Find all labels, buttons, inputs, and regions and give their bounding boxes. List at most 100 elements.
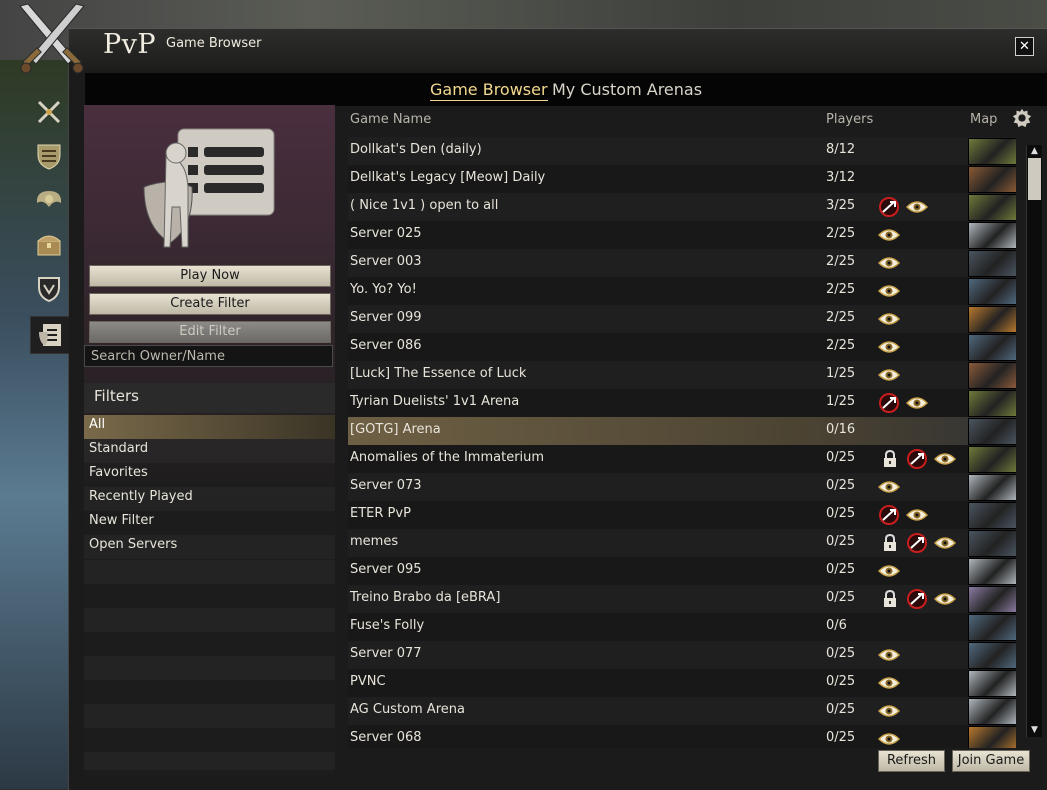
table-row[interactable]: Dellkat's Legacy [Meow] Daily 3/12	[348, 165, 1016, 193]
play-now-button[interactable]: Play Now	[89, 265, 331, 287]
player-count: 0/16	[826, 422, 856, 437]
filter-item-open-servers[interactable]: Open Servers	[84, 535, 335, 559]
scrollbar-thumb[interactable]	[1028, 158, 1041, 200]
server-flags	[878, 505, 968, 525]
map-thumbnail	[968, 698, 1016, 725]
nav-treasure-chest-icon[interactable]	[30, 229, 68, 261]
tab-my-custom-arenas[interactable]: My Custom Arenas	[552, 80, 702, 99]
spectate-eye-icon	[933, 591, 957, 611]
table-row[interactable]: memes 0/25	[348, 529, 1016, 557]
server-name: Server 095	[350, 562, 422, 577]
server-table: Game Name Players Map Dollkat's Den (dai…	[348, 105, 1016, 748]
table-row[interactable]: Dollkat's Den (daily) 8/12	[348, 137, 1016, 165]
table-row[interactable]: Fuse's Folly 0/6	[348, 613, 1016, 641]
player-count: 0/25	[826, 702, 856, 717]
create-filter-button[interactable]: Create Filter	[89, 293, 331, 315]
server-flags	[878, 449, 968, 469]
map-thumbnail	[968, 138, 1016, 165]
filter-item-all[interactable]: All	[84, 415, 335, 439]
lock-icon	[881, 589, 903, 609]
nav-crossed-swords-icon[interactable]	[30, 97, 68, 129]
table-row[interactable]: PVNC 0/25	[348, 669, 1016, 697]
player-count: 8/12	[826, 142, 856, 157]
table-row[interactable]: [Luck] The Essence of Luck 1/25	[348, 361, 1016, 389]
player-count: 2/25	[826, 338, 856, 353]
server-flags	[878, 197, 968, 217]
filter-item-recently-played[interactable]: Recently Played	[84, 487, 335, 511]
nav-guild-shield-icon[interactable]	[30, 273, 68, 305]
table-row[interactable]: Server 099 2/25	[348, 305, 1016, 333]
server-name: AG Custom Arena	[350, 702, 465, 717]
server-name: Tyrian Duelists' 1v1 Arena	[350, 394, 520, 409]
player-count: 3/12	[826, 170, 856, 185]
table-row[interactable]: Anomalies of the Immaterium 0/25	[348, 445, 1016, 473]
scroll-up-arrow-icon[interactable]: ▲	[1029, 146, 1040, 156]
table-row[interactable]: Server 003 2/25	[348, 249, 1016, 277]
map-thumbnail	[968, 278, 1016, 305]
lock-icon	[881, 533, 903, 553]
search-owner-name-input[interactable]: Search Owner/Name	[84, 345, 333, 367]
edit-filter-button[interactable]: Edit Filter	[89, 321, 331, 343]
scroll-down-arrow-icon[interactable]: ▼	[1029, 725, 1040, 735]
server-flags	[878, 393, 968, 413]
filter-item-new-filter[interactable]: New Filter	[84, 511, 335, 535]
column-header-players[interactable]: Players	[826, 112, 873, 127]
server-flags	[877, 673, 968, 695]
title-bar: PvP Game Browser ✕	[69, 29, 1047, 69]
spectate-eye-icon	[877, 647, 901, 667]
table-row[interactable]: Yo. Yo? Yo! 2/25	[348, 277, 1016, 305]
table-row[interactable]: [GOTG] Arena 0/16	[348, 417, 1016, 445]
close-button[interactable]: ✕	[1015, 37, 1034, 56]
spectate-eye-icon	[877, 675, 901, 695]
map-thumbnail	[968, 614, 1016, 641]
table-row[interactable]: Server 025 2/25	[348, 221, 1016, 249]
server-name: Fuse's Folly	[350, 618, 425, 633]
refresh-button[interactable]: Refresh	[878, 750, 945, 772]
table-row[interactable]: Server 095 0/25	[348, 557, 1016, 585]
player-count: 1/25	[826, 366, 856, 381]
tab-bar: Game Browser My Custom Arenas	[85, 73, 1047, 106]
table-row[interactable]: Server 086 2/25	[348, 333, 1016, 361]
table-row[interactable]: ETER PvP 0/25	[348, 501, 1016, 529]
table-row[interactable]: ( Nice 1v1 ) open to all 3/25	[348, 193, 1016, 221]
map-thumbnail	[968, 558, 1016, 585]
no-rank-icon	[878, 505, 900, 525]
server-flags	[878, 533, 968, 553]
table-row[interactable]: Treino Brabo da [eBRA] 0/25	[348, 585, 1016, 613]
server-flags	[877, 309, 968, 329]
table-scrollbar[interactable]: ▲ ▼	[1026, 145, 1042, 737]
server-name: ( Nice 1v1 ) open to all	[350, 198, 499, 213]
filter-item-standard[interactable]: Standard	[84, 439, 335, 463]
map-thumbnail	[968, 670, 1016, 697]
server-name: Server 099	[350, 310, 422, 325]
player-count: 0/25	[826, 534, 856, 549]
table-row[interactable]: Server 073 0/25	[348, 473, 1016, 501]
player-count: 3/25	[826, 198, 856, 213]
gear-icon[interactable]	[1011, 107, 1033, 129]
tab-game-browser[interactable]: Game Browser	[430, 80, 548, 101]
table-row[interactable]: AG Custom Arena 0/25	[348, 697, 1016, 725]
spectate-eye-icon	[933, 451, 957, 471]
filter-item-favorites[interactable]: Favorites	[84, 463, 335, 487]
filter-list: All Standard Favorites Recently Played N…	[84, 415, 335, 559]
nav-list-browser-icon[interactable]	[30, 316, 69, 354]
player-count: 0/25	[826, 674, 856, 689]
column-header-map[interactable]: Map	[970, 112, 997, 127]
server-flags	[877, 561, 968, 581]
nav-shield-rank-icon[interactable]	[30, 141, 68, 173]
table-row[interactable]: Server 077 0/25	[348, 641, 1016, 669]
table-row[interactable]: Tyrian Duelists' 1v1 Arena 1/25	[348, 389, 1016, 417]
player-count: 2/25	[826, 254, 856, 269]
map-thumbnail	[968, 194, 1016, 221]
spectate-eye-icon	[877, 283, 901, 303]
player-count: 0/25	[826, 450, 856, 465]
column-header-game-name[interactable]: Game Name	[350, 112, 431, 127]
nav-winged-emblem-icon[interactable]	[30, 185, 68, 217]
join-game-button[interactable]: Join Game	[952, 750, 1030, 772]
no-rank-icon	[906, 449, 928, 469]
server-name: ETER PvP	[350, 506, 411, 521]
server-rows: Dollkat's Den (daily) 8/12 Dellkat's Legac…	[348, 137, 1016, 748]
table-row[interactable]: Server 068 0/25	[348, 725, 1016, 748]
spectate-eye-icon	[933, 535, 957, 555]
server-flags	[877, 729, 968, 748]
